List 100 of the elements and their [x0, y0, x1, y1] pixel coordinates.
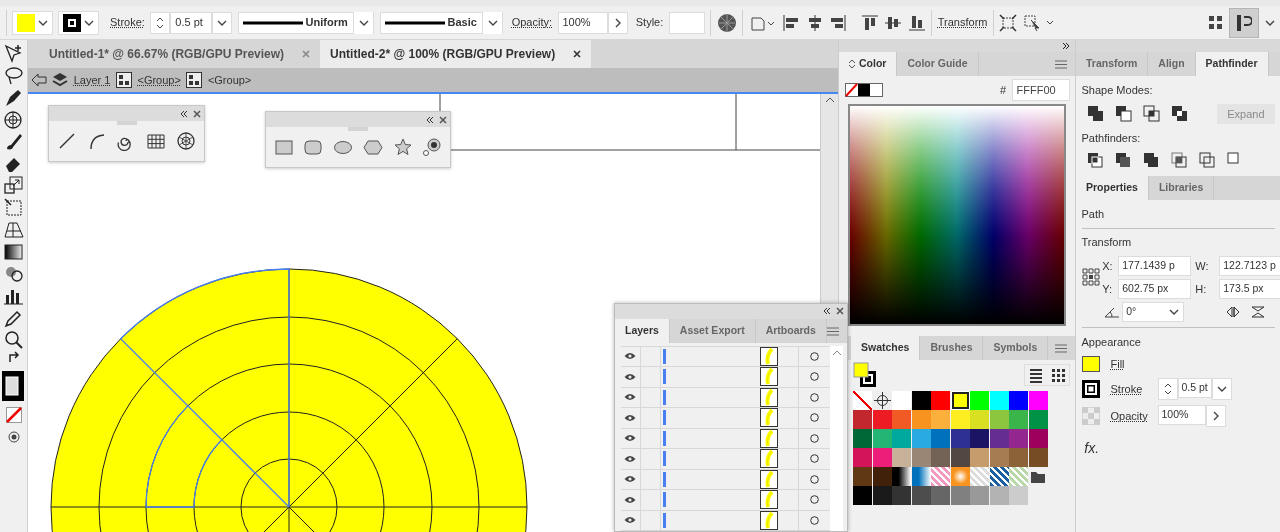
color-swatch[interactable] — [1009, 486, 1028, 505]
pattern-swatch[interactable] — [989, 467, 1009, 486]
fill-label[interactable]: Fill — [1110, 355, 1125, 373]
color-swatch[interactable] — [853, 486, 872, 505]
color-swatch[interactable] — [989, 486, 1009, 505]
eye-icon[interactable] — [624, 475, 636, 484]
caret-icon[interactable] — [84, 19, 94, 26]
color-swatch[interactable] — [989, 448, 1009, 467]
stroke-weight-field[interactable]: 0.5 pt — [170, 11, 213, 34]
scale-icon[interactable] — [3, 175, 24, 197]
panel-menu-icon[interactable] — [1055, 343, 1067, 353]
color-swatch[interactable] — [911, 410, 931, 429]
panel-tab[interactable]: Swatches — [851, 335, 921, 360]
target-circle-icon[interactable] — [810, 372, 819, 382]
pattern-swatch[interactable] — [1009, 467, 1028, 486]
close-icon[interactable] — [836, 307, 845, 316]
flare-icon[interactable] — [422, 136, 443, 157]
target-circle-icon[interactable] — [810, 433, 819, 443]
dropdown-button[interactable] — [212, 11, 233, 34]
lasso-icon[interactable] — [3, 65, 24, 87]
crop-icon[interactable] — [1171, 151, 1188, 169]
color-swatch[interactable] — [931, 391, 950, 410]
target-circle-icon[interactable] — [810, 474, 819, 484]
dropdown-button[interactable] — [1211, 377, 1232, 400]
polar-grid-icon[interactable] — [176, 130, 197, 151]
color-swatch[interactable] — [892, 429, 911, 448]
unite-icon[interactable] — [1087, 105, 1104, 123]
arrange-icon[interactable] — [1207, 14, 1224, 31]
outline-icon[interactable] — [1199, 151, 1216, 169]
dropdown-button[interactable] — [353, 11, 374, 34]
pattern-swatch[interactable] — [931, 467, 950, 486]
fill-swatch[interactable] — [1081, 356, 1100, 372]
color-swatch[interactable] — [872, 448, 892, 467]
stroke-color-control[interactable] — [58, 10, 99, 35]
eye-icon[interactable] — [624, 516, 636, 525]
color-swatch[interactable] — [1009, 410, 1028, 429]
eye-icon[interactable] — [624, 495, 636, 504]
direct-selection-icon[interactable] — [3, 43, 24, 65]
align-top-icon[interactable] — [860, 13, 879, 32]
h-field[interactable]: 173.5 px — [1219, 279, 1280, 299]
none-swatch[interactable] — [853, 391, 872, 410]
collapse-icon[interactable] — [425, 115, 434, 124]
fill-stroke-icon[interactable] — [1, 368, 26, 403]
gradient-swatch[interactable] — [950, 467, 970, 486]
y-field[interactable]: 602.75 px — [1118, 279, 1192, 299]
caret-icon[interactable] — [37, 19, 48, 26]
color-swatch[interactable] — [853, 429, 872, 448]
target-circle-icon[interactable] — [810, 515, 819, 525]
color-swatch[interactable] — [1009, 391, 1028, 410]
color-swatch[interactable] — [931, 486, 950, 505]
color-swatch[interactable] — [872, 467, 892, 486]
eye-icon[interactable] — [624, 434, 636, 443]
color-swatch[interactable] — [970, 429, 989, 448]
panel-tab[interactable]: Layers — [615, 318, 670, 343]
pen-icon[interactable] — [3, 87, 24, 109]
color-swatch[interactable] — [1009, 448, 1028, 467]
collapse-icon[interactable] — [822, 307, 831, 316]
target-circle-icon[interactable] — [810, 413, 819, 423]
collapse-icon[interactable] — [179, 109, 188, 118]
stroke-label[interactable]: Stroke — [1110, 380, 1147, 397]
effects-button[interactable]: fx. — [1084, 438, 1100, 460]
target-circle-icon[interactable] — [810, 351, 819, 361]
panel-tab[interactable]: Pathfinder — [1195, 52, 1269, 76]
color-swatch[interactable] — [892, 486, 911, 505]
stroke-label[interactable]: Stroke: — [110, 14, 145, 31]
eye-icon[interactable] — [624, 413, 636, 422]
gradient-swatch[interactable] — [911, 467, 931, 486]
zoom-icon[interactable] — [3, 329, 24, 351]
close-icon[interactable] — [193, 109, 202, 118]
gradient-swatch[interactable] — [892, 467, 911, 486]
align-left-icon[interactable] — [782, 13, 801, 32]
pattern-swatch[interactable] — [970, 467, 989, 486]
color-swatch[interactable] — [872, 486, 892, 505]
align-right-icon[interactable] — [829, 13, 848, 32]
color-swatch[interactable] — [892, 448, 911, 467]
divide-icon[interactable] — [1087, 151, 1104, 169]
color-swatch[interactable] — [853, 467, 872, 486]
panel-menu-icon[interactable] — [1055, 60, 1067, 69]
breadcrumb-link[interactable]: Layer 1 — [73, 71, 111, 89]
breadcrumb-link[interactable]: <Group> — [207, 71, 252, 89]
none-color-icon[interactable] — [5, 406, 22, 423]
draw-mode-icon[interactable] — [7, 430, 20, 443]
color-swatch[interactable] — [989, 410, 1009, 429]
opacity-field[interactable]: 100% — [1157, 405, 1206, 426]
target-circle-icon[interactable] — [810, 454, 819, 464]
minus-front-icon[interactable] — [1115, 105, 1132, 123]
color-swatch[interactable] — [950, 486, 970, 505]
eye-icon[interactable] — [624, 352, 636, 361]
color-swatch[interactable] — [872, 429, 892, 448]
color-swatch[interactable] — [970, 448, 989, 467]
target-circle-icon[interactable] — [810, 392, 819, 402]
color-swatch[interactable] — [931, 429, 950, 448]
x-field[interactable]: 177.1439 p — [1118, 256, 1192, 276]
color-swatch[interactable] — [1009, 429, 1028, 448]
back-arrow-icon[interactable] — [30, 73, 47, 87]
merge-icon[interactable] — [1143, 151, 1160, 169]
target-circle-icon[interactable] — [810, 495, 819, 505]
color-swatch[interactable] — [1028, 448, 1048, 467]
color-swatch[interactable] — [970, 410, 989, 429]
fill-color-control[interactable] — [12, 10, 53, 35]
